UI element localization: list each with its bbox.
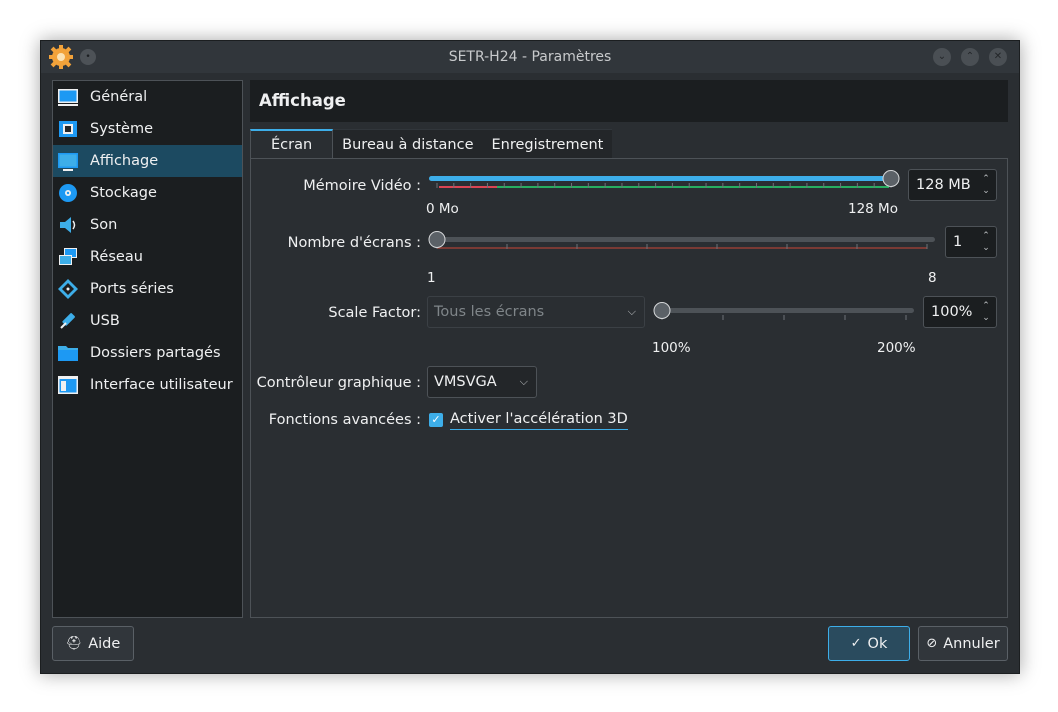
video-memory-value: 128 MB xyxy=(916,177,971,193)
slider-handle[interactable] xyxy=(428,231,446,248)
tab-bar: Écran Bureau à distance Enregistrement xyxy=(250,129,613,160)
sidebar-item-label: Affichage xyxy=(90,153,159,169)
sidebar-item-label: Ports séries xyxy=(90,281,174,297)
sidebar-item-label: Général xyxy=(90,89,148,105)
monitor-count-value: 1 xyxy=(953,234,963,250)
sidebar-item-user-interface[interactable]: Interface utilisateur xyxy=(53,369,242,401)
video-memory-slider[interactable] xyxy=(427,169,901,193)
chevron-down-icon: ⌵ xyxy=(627,305,636,318)
tab-recording[interactable]: Enregistrement xyxy=(482,129,613,160)
disk-icon xyxy=(59,184,77,202)
monitor-count-min-label: 1 xyxy=(427,270,436,286)
ok-button[interactable]: ✓ Ok xyxy=(828,626,910,661)
display-icon xyxy=(58,153,78,171)
chip-icon xyxy=(59,121,77,137)
usb-icon xyxy=(60,313,75,329)
sidebar-item-display[interactable]: Affichage xyxy=(53,145,242,177)
slider-fill xyxy=(429,176,891,181)
screen-tab-panel: Mémoire Vidéo : 128 MB ⌃ ⌄ 0 Mo 128 Mo No… xyxy=(250,158,1008,618)
speaker-icon xyxy=(60,217,76,233)
ok-button-label: Ok xyxy=(867,635,888,652)
sidebar-item-label: Stockage xyxy=(90,185,157,201)
sidebar-item-shared-folders[interactable]: Dossiers partagés xyxy=(53,337,242,369)
advanced-features-label: Fonctions avancées : xyxy=(268,412,421,428)
settings-window: • SETR-H24 - Paramètres ⌄ ⌃ ✕ Général Sy… xyxy=(40,40,1020,674)
chevron-down-icon: ⌵ xyxy=(519,375,528,388)
serial-port-icon xyxy=(58,279,78,299)
page-title: Affichage xyxy=(250,80,1008,122)
scale-factor-min-label: 100% xyxy=(652,340,691,356)
cancel-button-label: Annuler xyxy=(943,635,1000,652)
graphics-controller-combo[interactable]: VMSVGA ⌵ xyxy=(427,366,537,398)
scale-factor-label: Scale Factor: xyxy=(328,305,421,321)
tab-screen[interactable]: Écran xyxy=(250,129,334,160)
cancel-button[interactable]: ⊘ Annuler xyxy=(918,626,1008,661)
sidebar-item-storage[interactable]: Stockage xyxy=(53,177,242,209)
scale-factor-max-label: 200% xyxy=(877,340,916,356)
minimize-button[interactable]: ⌄ xyxy=(933,48,951,66)
video-memory-max-label: 128 Mo xyxy=(848,201,898,217)
graphics-controller-value: VMSVGA xyxy=(434,374,497,390)
scale-factor-slider[interactable] xyxy=(652,301,916,325)
sidebar-item-label: Dossiers partagés xyxy=(90,345,221,361)
monitor-count-slider[interactable] xyxy=(427,230,939,254)
video-memory-label: Mémoire Vidéo : xyxy=(303,178,421,194)
sidebar-item-label: Réseau xyxy=(90,249,143,265)
spin-arrows-icon[interactable]: ⌃ ⌄ xyxy=(980,173,992,197)
lifebuoy-icon: ⛑ xyxy=(65,636,83,651)
network-icon xyxy=(59,248,77,265)
graphics-controller-label: Contrôleur graphique : xyxy=(256,375,421,391)
enable-3d-checkbox[interactable]: ✓ xyxy=(429,413,443,427)
settings-sidebar: Général Système Affichage Stockage Son R… xyxy=(52,80,243,618)
sidebar-item-serial-ports[interactable]: Ports séries xyxy=(53,273,242,305)
tab-remote-display[interactable]: Bureau à distance xyxy=(333,129,483,160)
scale-factor-value: 100% xyxy=(931,304,973,320)
sidebar-item-general[interactable]: Général xyxy=(53,81,242,113)
enable-3d-label[interactable]: Activer l'accélération 3D xyxy=(450,411,628,430)
monitor-general-icon xyxy=(58,89,78,106)
sidebar-item-usb[interactable]: USB xyxy=(53,305,242,337)
scale-monitor-combo-value: Tous les écrans xyxy=(434,304,545,320)
help-button[interactable]: ⛑ Aide xyxy=(52,626,134,661)
monitor-count-label: Nombre d'écrans : xyxy=(287,235,421,251)
sidebar-item-sound[interactable]: Son xyxy=(53,209,242,241)
sidebar-item-label: USB xyxy=(90,313,120,329)
window-ui-icon xyxy=(58,376,78,394)
sidebar-item-label: Système xyxy=(90,121,153,137)
sidebar-item-system[interactable]: Système xyxy=(53,113,242,145)
window-title: SETR-H24 - Paramètres xyxy=(448,49,612,65)
sidebar-item-label: Son xyxy=(90,217,118,233)
monitor-count-max-label: 8 xyxy=(928,270,937,286)
sidebar-item-label: Interface utilisateur xyxy=(90,377,233,393)
close-button[interactable]: ✕ xyxy=(989,48,1007,66)
settings-content: Affichage Écran Bureau à distance Enregi… xyxy=(250,80,1008,618)
video-memory-spinbox[interactable]: 128 MB ⌃ ⌄ xyxy=(908,169,997,201)
folder-icon xyxy=(58,346,78,361)
slider-handle[interactable] xyxy=(882,170,900,187)
slider-handle[interactable] xyxy=(653,302,671,319)
cancel-icon: ⊘ xyxy=(926,636,938,651)
sidebar-item-network[interactable]: Réseau xyxy=(53,241,242,273)
title-bar: • SETR-H24 - Paramètres ⌄ ⌃ ✕ xyxy=(41,41,1019,73)
spin-arrows-icon[interactable]: ⌃ ⌄ xyxy=(980,300,992,324)
maximize-button[interactable]: ⌃ xyxy=(961,48,979,66)
video-memory-min-label: 0 Mo xyxy=(426,201,459,217)
scale-monitor-combo[interactable]: Tous les écrans ⌵ xyxy=(427,296,645,328)
scale-factor-spinbox[interactable]: 100% ⌃ ⌄ xyxy=(923,296,997,328)
spin-arrows-icon[interactable]: ⌃ ⌄ xyxy=(980,230,992,254)
help-button-label: Aide xyxy=(88,635,121,652)
monitor-count-spinbox[interactable]: 1 ⌃ ⌄ xyxy=(945,226,997,258)
checkmark-icon: ✓ xyxy=(850,636,862,651)
